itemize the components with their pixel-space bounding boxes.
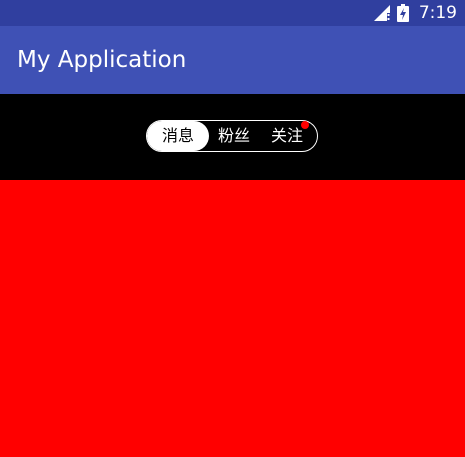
status-bar: 7:19	[0, 0, 465, 26]
tab-fans-label: 粉丝	[217, 126, 250, 145]
tab-messages[interactable]: 消息	[147, 121, 209, 151]
tab-following[interactable]: 关注	[259, 121, 315, 151]
status-time: 7:19	[418, 3, 457, 23]
app-bar: My Application	[0, 26, 465, 94]
segmented-tab-control: 消息 粉丝 关注	[146, 120, 318, 152]
tab-fans[interactable]: 粉丝	[209, 121, 259, 151]
tab-area: 消息 粉丝 关注	[0, 94, 465, 180]
tab-following-label: 关注	[270, 126, 303, 145]
notification-dot-icon	[301, 121, 309, 129]
app-screen: 7:19 My Application 消息 粉丝 关注	[0, 0, 465, 457]
content-area	[0, 180, 465, 457]
app-title: My Application	[17, 47, 187, 73]
signal-icon	[373, 5, 390, 21]
status-icons: 7:19	[373, 0, 457, 26]
battery-icon	[396, 4, 409, 22]
tab-messages-label: 消息	[161, 126, 194, 145]
